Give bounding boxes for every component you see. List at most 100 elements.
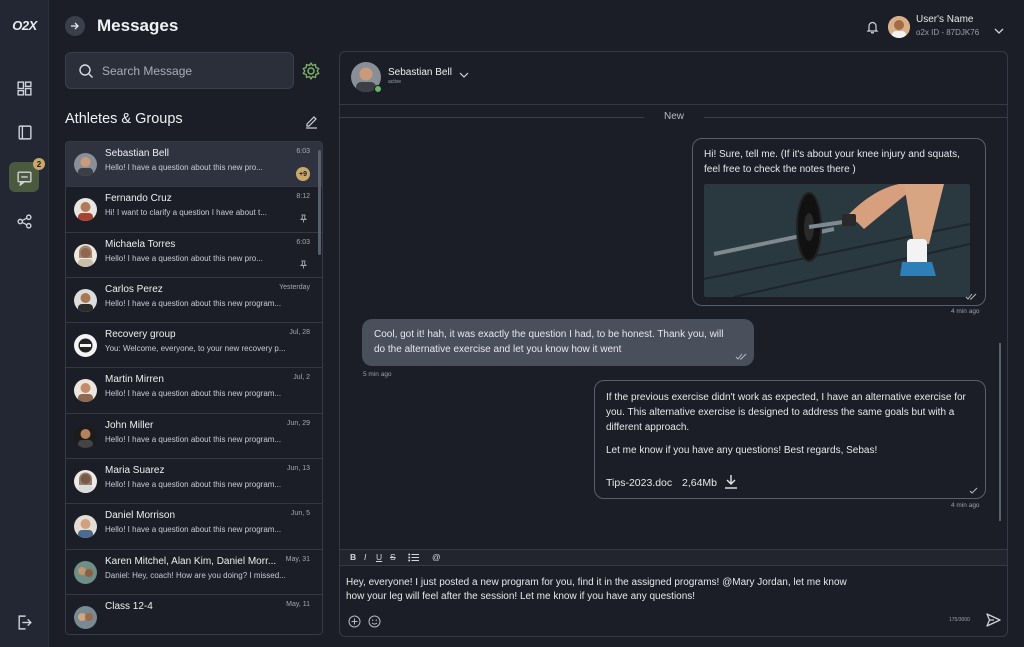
nav-dashboard[interactable] bbox=[9, 73, 39, 103]
arrow-right-icon bbox=[71, 22, 79, 30]
search-box bbox=[65, 52, 294, 89]
contact-menu-button[interactable] bbox=[459, 66, 469, 84]
avatar bbox=[74, 605, 97, 629]
check-icon bbox=[969, 487, 978, 494]
compose-button[interactable] bbox=[304, 114, 319, 134]
conversation-name: Michaela Torres bbox=[105, 238, 176, 250]
pin-icon[interactable] bbox=[299, 210, 308, 228]
settings-button[interactable] bbox=[301, 61, 321, 86]
list-item[interactable]: Recovery group You: Welcome, everyone, t… bbox=[66, 323, 322, 369]
message-input[interactable]: Hey, everyone! I just posted a new progr… bbox=[346, 576, 866, 603]
strikethrough-button[interactable]: S bbox=[390, 552, 396, 562]
contact-status: active bbox=[388, 79, 402, 85]
chevron-down-icon bbox=[994, 28, 1004, 34]
avatar bbox=[74, 153, 97, 176]
conversation-preview: Hello! I have a question about this new … bbox=[105, 163, 263, 172]
conversation-time: Jun, 29 bbox=[287, 419, 310, 427]
avatar bbox=[74, 470, 97, 494]
italic-button[interactable]: I bbox=[364, 552, 366, 562]
attachment-size: 2,64Mb bbox=[682, 477, 718, 489]
mention-button[interactable]: @ bbox=[432, 552, 441, 562]
attach-button[interactable] bbox=[348, 615, 361, 633]
user-menu-button[interactable] bbox=[994, 22, 1004, 40]
smiley-icon bbox=[368, 615, 381, 628]
avatar bbox=[74, 334, 97, 358]
conversation-time: Jul, 28 bbox=[289, 329, 310, 337]
back-button[interactable] bbox=[65, 16, 85, 36]
app-logo[interactable]: O2X bbox=[8, 18, 41, 36]
conversation-preview: You: Welcome, everyone, to your new reco… bbox=[105, 344, 286, 354]
conversation-preview: Hi! I want to clarify a question I have … bbox=[105, 208, 267, 218]
message-text: Cool, got it! hah, it was exactly the qu… bbox=[374, 329, 724, 355]
conversation-name: John Miller bbox=[105, 419, 154, 431]
gear-icon bbox=[302, 62, 320, 80]
bold-button[interactable]: B bbox=[350, 552, 356, 562]
share-icon bbox=[16, 213, 32, 229]
download-icon bbox=[725, 475, 737, 489]
new-messages-divider: New bbox=[340, 111, 1007, 123]
list-item[interactable]: Class 12-4 May, 11 bbox=[66, 595, 322, 634]
list-item[interactable]: Fernando Cruz Hi! I want to clarify a qu… bbox=[66, 187, 322, 233]
message-time: 4 min ago bbox=[951, 502, 980, 509]
bullet-list-icon bbox=[408, 553, 419, 562]
conversation-preview: Hello! I have a question about this new … bbox=[105, 434, 282, 444]
download-button[interactable] bbox=[724, 474, 738, 494]
message-text: If the previous exercise didn't work as … bbox=[606, 392, 966, 433]
list-item[interactable]: Carlos Perez Hello! I have a question ab… bbox=[66, 278, 322, 324]
conversation-name: Recovery group bbox=[105, 329, 176, 341]
chat-icon bbox=[16, 170, 32, 186]
conversation-time: 6:03 bbox=[296, 238, 310, 246]
attachment-name[interactable]: Tips-2023.doc bbox=[606, 476, 672, 491]
notifications-button[interactable] bbox=[866, 20, 879, 39]
message-image[interactable] bbox=[704, 184, 970, 297]
message-time: 4 min ago bbox=[951, 308, 980, 315]
list-item[interactable]: Daniel Morrison Hello! I have a question… bbox=[66, 504, 322, 550]
send-button[interactable] bbox=[985, 612, 1001, 633]
list-item[interactable]: Michaela Torres Hello! I have a question… bbox=[66, 233, 322, 278]
chat-panel: Sebastian Bell active New Hi! Sure, tell… bbox=[339, 51, 1008, 637]
list-item[interactable]: John Miller Hello! I have a question abo… bbox=[66, 414, 322, 460]
emoji-button[interactable] bbox=[368, 615, 381, 633]
search-input[interactable] bbox=[102, 61, 282, 81]
nav-rail: O2X 2 bbox=[0, 0, 49, 647]
nav-share[interactable] bbox=[9, 206, 39, 236]
format-toolbar: B I U S @ bbox=[340, 550, 1007, 566]
avatar bbox=[74, 424, 97, 448]
underline-button[interactable]: U bbox=[376, 552, 382, 562]
list-item[interactable]: Martin Mirren Hello! I have a question a… bbox=[66, 368, 322, 414]
conversation-time: 8:12 bbox=[296, 193, 310, 201]
list-scrollbar[interactable] bbox=[318, 150, 321, 255]
logout-button[interactable] bbox=[16, 614, 33, 636]
nav-notebook[interactable] bbox=[9, 117, 39, 147]
list-item[interactable]: Sebastian Bell Hello! I have a question … bbox=[66, 142, 322, 188]
plus-circle-icon bbox=[348, 615, 361, 628]
search-icon bbox=[79, 64, 93, 78]
messages-badge: 2 bbox=[33, 158, 45, 170]
message-time: 5 min ago bbox=[363, 371, 392, 378]
message-text: Hi! Sure, tell me. (If it's about your k… bbox=[704, 149, 960, 175]
chat-scrollbar[interactable] bbox=[999, 343, 1001, 521]
unread-count: +9 bbox=[296, 167, 310, 181]
message-outgoing: Hi! Sure, tell me. (If it's about your k… bbox=[692, 138, 986, 306]
notebook-icon bbox=[17, 124, 32, 140]
user-name[interactable]: User's Name bbox=[916, 14, 973, 25]
conversation-name: Maria Suarez bbox=[105, 465, 165, 477]
contact-name[interactable]: Sebastian Bell bbox=[388, 67, 452, 78]
conversation-preview: Hello! I have a question about this new … bbox=[105, 298, 282, 308]
avatar bbox=[74, 198, 97, 222]
user-avatar[interactable] bbox=[888, 16, 910, 38]
list-title: Athletes & Groups bbox=[65, 111, 183, 127]
list-item[interactable]: Karen Mitchel, Alan Kim, Daniel Morr... … bbox=[66, 550, 322, 595]
list-button[interactable] bbox=[408, 553, 419, 564]
double-check-icon bbox=[735, 353, 747, 360]
conversation-name: Daniel Morrison bbox=[105, 510, 176, 522]
pin-icon[interactable] bbox=[299, 256, 308, 274]
conversation-preview: Hello! I have a question about this new … bbox=[105, 389, 282, 399]
page-title: Messages bbox=[97, 16, 179, 35]
avatar bbox=[74, 515, 97, 539]
message-incoming: Cool, got it! hah, it was exactly the qu… bbox=[362, 319, 754, 366]
conversation-time: Jun, 13 bbox=[287, 465, 310, 473]
list-item[interactable]: Maria Suarez Hello! I have a question ab… bbox=[66, 459, 322, 505]
conversation-preview: Hello! I have a question about this new … bbox=[105, 525, 282, 535]
conversation-time: Jul, 2 bbox=[293, 374, 310, 382]
